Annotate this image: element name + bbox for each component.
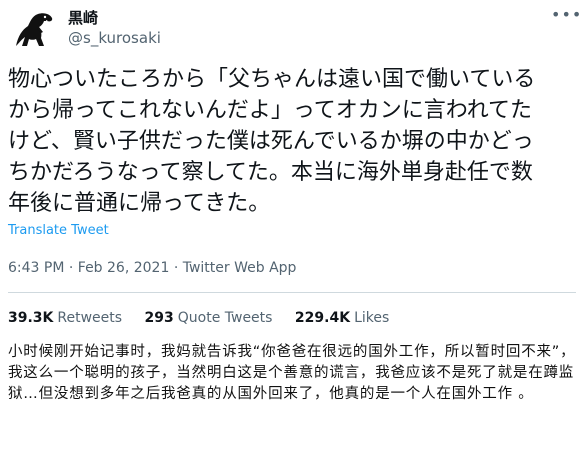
tweet-metadata: 6:43 PM · Feb 26, 2021 · Twitter Web App — [8, 260, 296, 276]
meta-separator: · — [173, 260, 179, 276]
dinosaur-silhouette — [8, 6, 56, 54]
retweets-stat[interactable]: 39.3K Retweets — [8, 310, 122, 326]
likes-label: Likes — [354, 310, 390, 326]
retweets-label: Retweets — [57, 310, 123, 326]
translation-caption: 小时候刚开始记事时，我妈就告诉我“你爸爸在很远的国外工作，所以暂时回不来”，我这… — [8, 344, 576, 402]
tweet-text: 物心ついたころから「父ちゃんは遠い国で働いている から帰ってこれないんだよ」って… — [8, 67, 536, 216]
dinosaur-avatar-icon[interactable] — [8, 6, 56, 54]
display-name[interactable]: 黒崎 — [68, 9, 98, 27]
tweet-header: 黒崎 @s_kurosaki ••• — [0, 0, 583, 58]
retweets-count: 39.3K — [8, 310, 54, 326]
more-options-icon[interactable]: ••• — [551, 6, 581, 26]
likes-stat[interactable]: 229.4K Likes — [295, 310, 389, 326]
tweet-stats: 39.3K Retweets 293 Quote Tweets 229.4K Like… — [8, 310, 407, 326]
meta-separator: · — [68, 260, 74, 276]
translate-tweet-link[interactable]: Translate Tweet — [8, 223, 109, 238]
quotes-count: 293 — [144, 310, 174, 326]
divider — [8, 292, 576, 293]
tweet-time[interactable]: 6:43 PM — [8, 260, 64, 276]
quote-tweets-stat[interactable]: 293 Quote Tweets — [145, 310, 273, 326]
tweet-source[interactable]: Twitter Web App — [183, 260, 297, 276]
likes-count: 229.4K — [294, 310, 351, 326]
user-handle[interactable]: @s_kurosaki — [68, 29, 161, 47]
tweet-date[interactable]: Feb 26, 2021 — [78, 260, 170, 276]
quotes-label: Quote Tweets — [177, 310, 273, 326]
